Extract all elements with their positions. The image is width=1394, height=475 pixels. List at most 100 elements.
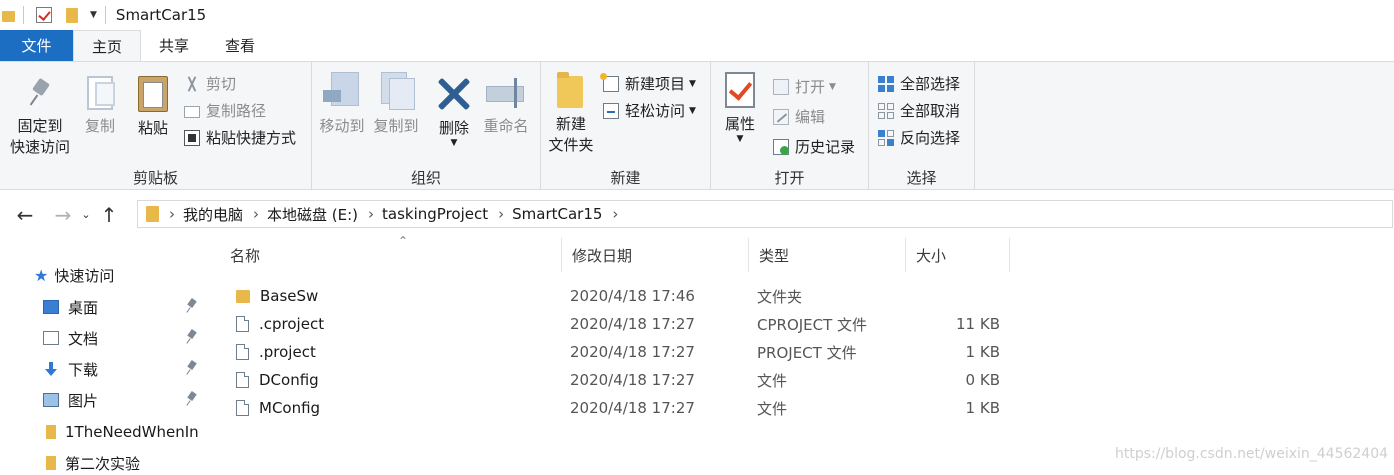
history-icon: [773, 138, 789, 155]
file-size: 1 KB: [965, 343, 1000, 361]
folder-icon: [146, 206, 159, 222]
chevron-right-icon[interactable]: ›: [612, 205, 618, 223]
file-icon: [236, 372, 249, 388]
copy-path-icon: [184, 105, 200, 118]
nav-item-desktop[interactable]: 桌面: [0, 293, 210, 321]
select-group-label: 选择: [906, 169, 937, 187]
customize-dropdown-icon[interactable]: ▼: [90, 10, 97, 20]
pin-icon[interactable]: [186, 392, 196, 406]
table-row[interactable]: .project 2020/4/18 17:27 PROJECT 文件 1 KB: [210, 338, 1394, 366]
select-all-label: 全部选择: [900, 75, 961, 93]
cut-label: 剪切: [206, 75, 237, 93]
nav-item-label: 第二次实验: [65, 454, 141, 473]
file-name-cell: DConfig: [236, 366, 319, 394]
breadcrumb-tasking-project[interactable]: taskingProject: [382, 205, 488, 223]
delete-label: 删除: [438, 119, 469, 137]
column-header-label: 大小: [916, 246, 947, 265]
download-icon: [43, 362, 59, 376]
nav-item-label: 图片: [68, 391, 99, 410]
breadcrumb-local-disk[interactable]: 本地磁盘 (E:): [267, 204, 358, 225]
pin-label-line1: 固定到: [17, 117, 63, 135]
recent-locations-chevron-icon[interactable]: ⌄: [78, 208, 94, 221]
quick-access-toolbar: ▼: [0, 0, 114, 30]
open-icon: [773, 78, 789, 95]
nav-item-folder-1theneedwhenin[interactable]: 1TheNeedWhenIn: [0, 418, 210, 446]
invert-selection-button[interactable]: 反向选择: [878, 127, 960, 148]
nav-item-quick-access[interactable]: ★ 快速访问: [0, 261, 210, 289]
table-row[interactable]: .cproject 2020/4/18 17:27 CPROJECT 文件 11…: [210, 310, 1394, 338]
tab-file[interactable]: 文件: [0, 30, 73, 61]
tab-view[interactable]: 查看: [207, 30, 273, 61]
properties-check-icon[interactable]: [36, 7, 52, 23]
column-header-type[interactable]: 类型: [749, 238, 906, 272]
open-label: 打开: [795, 78, 826, 96]
back-arrow-icon[interactable]: ←: [12, 203, 38, 227]
up-arrow-icon[interactable]: ↑: [96, 203, 122, 227]
nav-item-pictures[interactable]: 图片: [0, 386, 210, 414]
open-group: 属性 ▼ 打开 ▼ 编辑 历史记录 打开: [711, 62, 869, 190]
file-type: 文件: [757, 399, 788, 418]
paste-shortcut-button[interactable]: 粘贴快捷方式: [184, 127, 296, 148]
easy-access-button[interactable]: 轻松访问 ▼: [603, 100, 696, 121]
file-name: .project: [259, 343, 316, 361]
breadcrumb-current-folder[interactable]: SmartCar15: [512, 205, 602, 223]
edit-button[interactable]: 编辑: [773, 106, 825, 127]
file-type: 文件: [757, 371, 788, 390]
pin-icon: [27, 76, 53, 110]
nav-item-label: 1TheNeedWhenIn: [65, 423, 199, 441]
forward-arrow-icon[interactable]: →: [50, 203, 76, 227]
navigation-bar: ← → ⌄ ↑ › 我的电脑 › 本地磁盘 (E:) › taskingProj…: [0, 191, 1394, 238]
nav-item-documents[interactable]: 文档: [0, 324, 210, 352]
chevron-right-icon[interactable]: ›: [498, 205, 504, 223]
chevron-right-icon[interactable]: ›: [253, 205, 259, 223]
properties-icon: [725, 72, 755, 108]
tab-home[interactable]: 主页: [73, 30, 141, 62]
file-name-cell: MConfig: [236, 394, 320, 422]
nav-item-downloads[interactable]: 下载: [0, 355, 210, 383]
column-header-size[interactable]: 大小: [906, 238, 1010, 272]
pin-icon[interactable]: [186, 361, 196, 375]
new-folder-icon[interactable]: [66, 7, 78, 23]
pin-icon[interactable]: [186, 330, 196, 344]
edit-icon: [773, 108, 789, 125]
paste-button[interactable]: 粘贴: [132, 72, 174, 139]
new-group-label: 新建: [610, 169, 641, 187]
new-folder-button[interactable]: 新建 文件夹: [545, 72, 597, 156]
address-bar[interactable]: › 我的电脑 › 本地磁盘 (E:) › taskingProject › Sm…: [137, 200, 1393, 228]
open-button[interactable]: 打开 ▼: [773, 76, 836, 97]
copy-label: 复制: [84, 117, 115, 135]
table-row[interactable]: BaseSw 2020/4/18 17:46 文件夹: [210, 282, 1394, 310]
copy-to-icon: [377, 72, 415, 110]
paste-clipboard-icon: [136, 72, 170, 112]
delete-button[interactable]: 删除 ▼: [434, 76, 474, 148]
column-header-modified[interactable]: 修改日期: [562, 238, 749, 272]
file-type: CPROJECT 文件: [757, 315, 868, 334]
paste-shortcut-label: 粘贴快捷方式: [206, 129, 297, 147]
table-row[interactable]: DConfig 2020/4/18 17:27 文件 0 KB: [210, 366, 1394, 394]
copy-path-button[interactable]: 复制路径: [184, 100, 266, 121]
cut-button[interactable]: 剪切: [184, 73, 236, 94]
file-size: 1 KB: [965, 399, 1000, 417]
pin-to-quick-access-button[interactable]: 固定到 快速访问: [4, 76, 76, 158]
chevron-right-icon[interactable]: ›: [368, 205, 374, 223]
ribbon: 固定到 快速访问 复制 粘贴 剪切 复制路径 粘贴快捷方式 剪贴板 移动到 复制…: [0, 61, 1394, 190]
new-item-button[interactable]: 新建项目 ▼: [600, 72, 696, 94]
select-none-button[interactable]: 全部取消: [878, 100, 960, 121]
move-to-button[interactable]: 移动到: [316, 72, 368, 137]
nav-item-folder-second-experiment[interactable]: 第二次实验: [0, 449, 210, 475]
history-label: 历史记录: [795, 138, 856, 156]
select-all-button[interactable]: 全部选择: [878, 73, 960, 94]
copy-button[interactable]: 复制: [80, 76, 120, 137]
desktop-icon: [43, 300, 59, 314]
breadcrumb-my-computer[interactable]: 我的电脑: [183, 204, 243, 225]
history-button[interactable]: 历史记录: [773, 136, 855, 157]
column-header-name[interactable]: 名称 ⌃: [220, 234, 562, 272]
tab-share[interactable]: 共享: [141, 30, 207, 61]
rename-button[interactable]: 重命名: [478, 76, 534, 137]
file-list: 名称 ⌃ 修改日期 类型 大小 BaseSw 2020/4/18 17:46 文…: [210, 234, 1394, 475]
pin-icon[interactable]: [186, 299, 196, 313]
chevron-right-icon[interactable]: ›: [169, 205, 175, 223]
properties-button[interactable]: 属性 ▼: [719, 72, 761, 144]
table-row[interactable]: MConfig 2020/4/18 17:27 文件 1 KB: [210, 394, 1394, 422]
copy-to-button[interactable]: 复制到: [370, 72, 422, 137]
